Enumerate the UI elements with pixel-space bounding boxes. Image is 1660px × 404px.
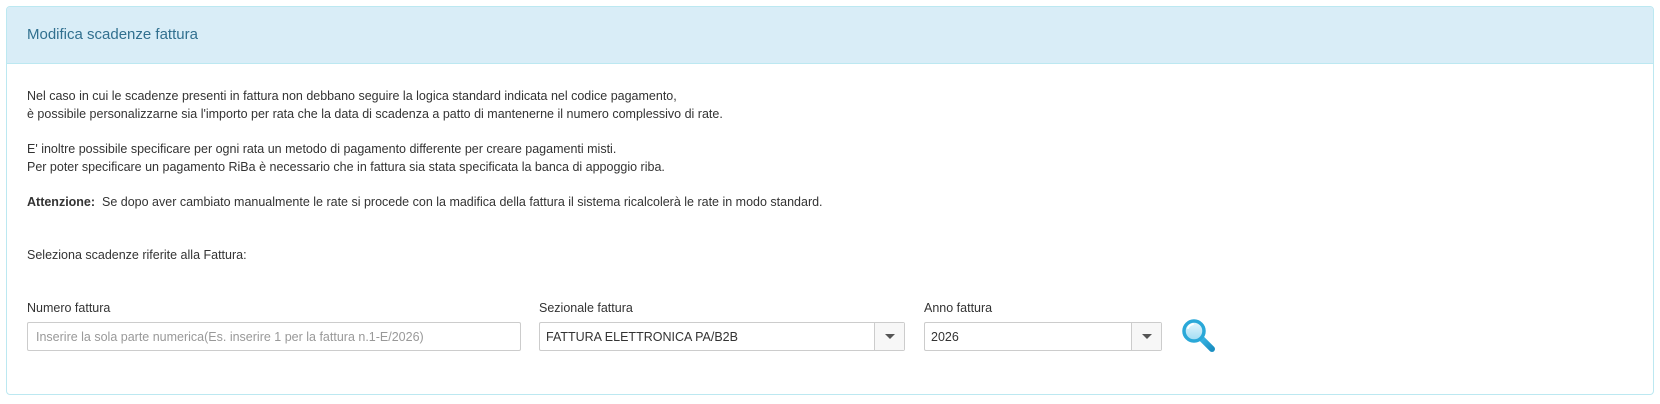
info-line-1: Nel caso in cui le scadenze presenti in … xyxy=(27,89,677,103)
info-line-3: E' inoltre possibile specificare per ogn… xyxy=(27,142,617,156)
invoice-number-label: Numero fattura xyxy=(27,301,111,315)
warning-label: Attenzione: xyxy=(27,195,96,209)
selection-heading: Seleziona scadenze riferite alla Fattura… xyxy=(27,248,247,262)
chevron-down-icon xyxy=(884,334,895,339)
search-button[interactable] xyxy=(1179,316,1219,356)
invoice-year-label: Anno fattura xyxy=(924,301,993,315)
warning-text: Se dopo aver cambiato manualmente le rat… xyxy=(102,195,823,209)
invoice-year-dropdown-toggle[interactable] xyxy=(1131,323,1161,350)
invoice-deadlines-panel: Modifica scadenze fattura Nel caso in cu… xyxy=(6,6,1654,395)
invoice-year-value: 2026 xyxy=(931,329,959,344)
invoice-number-input[interactable] xyxy=(27,322,521,351)
invoice-section-select[interactable]: FATTURA ELETTRONICA PA/B2B xyxy=(539,322,905,351)
panel-title: Modifica scadenze fattura xyxy=(27,25,198,43)
invoice-section-value: FATTURA ELETTRONICA PA/B2B xyxy=(546,329,738,344)
info-line-4: Per poter specificare un pagamento RiBa … xyxy=(27,160,665,174)
panel-heading: Modifica scadenze fattura xyxy=(7,7,1653,64)
invoice-year-select[interactable]: 2026 xyxy=(924,322,1162,351)
invoice-section-label: Sezionale fattura xyxy=(539,301,633,315)
info-line-2: è possibile personalizzarne sia l'import… xyxy=(27,107,723,121)
chevron-down-icon xyxy=(1141,334,1152,339)
warning-note: Attenzione: Se dopo aver cambiato manual… xyxy=(27,193,823,211)
invoice-section-dropdown-toggle[interactable] xyxy=(874,323,904,350)
search-icon xyxy=(1182,319,1215,352)
